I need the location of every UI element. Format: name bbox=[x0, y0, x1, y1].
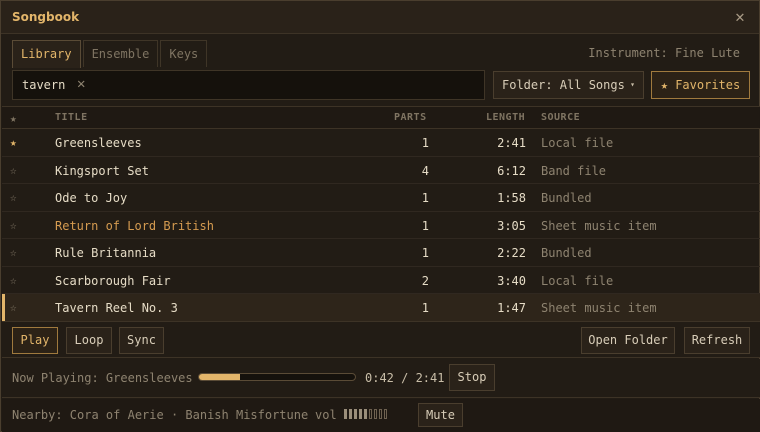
tab-bar: Library Ensemble Keys bbox=[12, 40, 209, 68]
play-button[interactable]: Play bbox=[12, 327, 58, 354]
mute-button[interactable]: Mute bbox=[418, 403, 463, 427]
song-length: 3:40 bbox=[497, 273, 526, 288]
table-row[interactable]: ☆ Rule Britannia 1 2:22 Bundled bbox=[2, 239, 760, 267]
song-title: Rule Britannia bbox=[55, 246, 157, 260]
sync-button[interactable]: Sync bbox=[119, 327, 164, 354]
folder-select[interactable]: Folder: All Songs ▾ bbox=[493, 71, 644, 99]
star-column-header[interactable]: ★ bbox=[10, 112, 17, 125]
songbook-window: Songbook ✕ Library Ensemble Keys Instrum… bbox=[0, 0, 760, 432]
song-source: Band file bbox=[541, 163, 607, 178]
stop-button[interactable]: Stop bbox=[449, 364, 495, 391]
song-length: 1:47 bbox=[497, 301, 526, 315]
song-source: Bundled bbox=[541, 191, 592, 205]
song-title: Kingsport Set bbox=[55, 163, 149, 178]
volume-meter[interactable] bbox=[344, 409, 389, 419]
table-row[interactable]: ☆ Ode to Joy 1 1:58 Bundled bbox=[2, 184, 760, 212]
song-parts: 2 bbox=[421, 273, 429, 288]
volume-segment bbox=[379, 409, 382, 419]
volume-segment bbox=[354, 409, 357, 419]
favorite-star-icon[interactable]: ☆ bbox=[10, 246, 17, 259]
song-source: Bundled bbox=[541, 246, 592, 260]
title-column-header[interactable]: TITLE bbox=[55, 112, 88, 123]
favorite-star-icon[interactable]: ☆ bbox=[10, 164, 17, 177]
source-column-header[interactable]: SOURCE bbox=[541, 112, 580, 123]
tab-library[interactable]: Library bbox=[12, 40, 81, 68]
volume-segment bbox=[364, 409, 367, 419]
instrument-label: Instrument: Fine Lute bbox=[588, 46, 740, 60]
table-row[interactable]: ☆ Return of Lord British 1 3:05 Sheet music … bbox=[2, 212, 760, 239]
action-bar: Play Loop Sync Open Folder Refresh bbox=[2, 321, 760, 358]
clear-search-icon[interactable]: ✕ bbox=[77, 76, 85, 92]
tab-ensemble[interactable]: Ensemble bbox=[82, 40, 159, 67]
window-title: Songbook bbox=[12, 10, 80, 24]
song-length: 2:41 bbox=[497, 136, 526, 150]
favorite-star-icon[interactable]: ☆ bbox=[10, 219, 17, 232]
song-title: Return of Lord British bbox=[55, 218, 214, 233]
song-length: 2:22 bbox=[497, 246, 526, 260]
table-header: ★ TITLE PARTS LENGTH SOURCE bbox=[2, 106, 760, 129]
song-title: Greensleeves bbox=[55, 136, 142, 150]
volume-label: vol bbox=[315, 408, 337, 422]
open-folder-button[interactable]: Open Folder bbox=[581, 327, 675, 354]
favorite-star-icon[interactable]: ☆ bbox=[10, 191, 17, 204]
song-source: Sheet music item bbox=[541, 301, 657, 315]
song-title: Scarborough Fair bbox=[55, 273, 171, 288]
tab-keys[interactable]: Keys bbox=[160, 40, 208, 67]
song-length: 3:05 bbox=[497, 218, 526, 233]
favorite-star-icon[interactable]: ☆ bbox=[10, 301, 17, 314]
table-row[interactable]: ☆ Tavern Reel No. 3 1 1:47 Sheet music item bbox=[2, 294, 760, 322]
song-parts: 1 bbox=[421, 218, 429, 233]
song-title: Ode to Joy bbox=[55, 191, 128, 205]
song-source: Local file bbox=[541, 136, 614, 150]
now-playing-bar: Now Playing: Greensleeves 0:42 / 2:41 St… bbox=[2, 359, 760, 398]
folder-select-label: Folder: All Songs bbox=[502, 78, 625, 92]
song-length: 6:12 bbox=[497, 163, 526, 178]
volume-segment bbox=[374, 409, 377, 419]
song-parts: 1 bbox=[421, 246, 429, 260]
song-length: 1:58 bbox=[497, 191, 526, 205]
song-parts: 1 bbox=[421, 136, 429, 150]
chevron-down-icon: ▾ bbox=[630, 80, 635, 89]
status-bar: Nearby: Cora of Aerie · Banish Misfortun… bbox=[2, 399, 760, 432]
favorite-star-icon[interactable]: ★ bbox=[10, 136, 17, 149]
song-source: Local file bbox=[541, 273, 614, 288]
song-title: Tavern Reel No. 3 bbox=[55, 301, 178, 315]
playback-progress-fill bbox=[199, 374, 240, 380]
title-bar: Songbook ✕ bbox=[1, 1, 759, 34]
song-rows: ★ Greensleeves 1 2:41 Local file ☆ Kingsport S… bbox=[2, 129, 760, 322]
volume-segment bbox=[349, 409, 352, 419]
now-playing-label: Now Playing: Greensleeves bbox=[12, 371, 193, 385]
volume-segment bbox=[384, 409, 387, 419]
song-source: Sheet music item bbox=[541, 218, 657, 233]
table-row[interactable]: ☆ Scarborough Fair 2 3:40 Local file bbox=[2, 267, 760, 294]
parts-column-header[interactable]: PARTS bbox=[394, 112, 427, 123]
loop-button[interactable]: Loop bbox=[66, 327, 112, 354]
search-input[interactable]: tavern ✕ bbox=[12, 70, 485, 100]
search-value: tavern bbox=[22, 78, 66, 92]
favorite-star-icon[interactable]: ☆ bbox=[10, 274, 17, 287]
close-icon[interactable]: ✕ bbox=[729, 6, 751, 28]
playback-progress[interactable] bbox=[198, 373, 356, 381]
song-parts: 1 bbox=[421, 301, 429, 315]
volume-segment bbox=[369, 409, 372, 419]
song-table: ★ TITLE PARTS LENGTH SOURCE ★ Greensleeve… bbox=[2, 106, 760, 322]
favorites-button[interactable]: ★ Favorites bbox=[651, 71, 750, 99]
table-row[interactable]: ★ Greensleeves 1 2:41 Local file bbox=[2, 129, 760, 157]
nearby-players: Nearby: Cora of Aerie · Banish Misfortun… bbox=[12, 408, 309, 422]
volume-segment bbox=[359, 409, 362, 419]
volume-segment bbox=[344, 409, 347, 419]
length-column-header[interactable]: LENGTH bbox=[486, 112, 525, 123]
song-parts: 1 bbox=[421, 191, 429, 205]
playback-time: 0:42 / 2:41 bbox=[365, 371, 445, 385]
table-row[interactable]: ☆ Kingsport Set 4 6:12 Band file bbox=[2, 157, 760, 184]
song-parts: 4 bbox=[421, 163, 429, 178]
refresh-button[interactable]: Refresh bbox=[684, 327, 750, 354]
